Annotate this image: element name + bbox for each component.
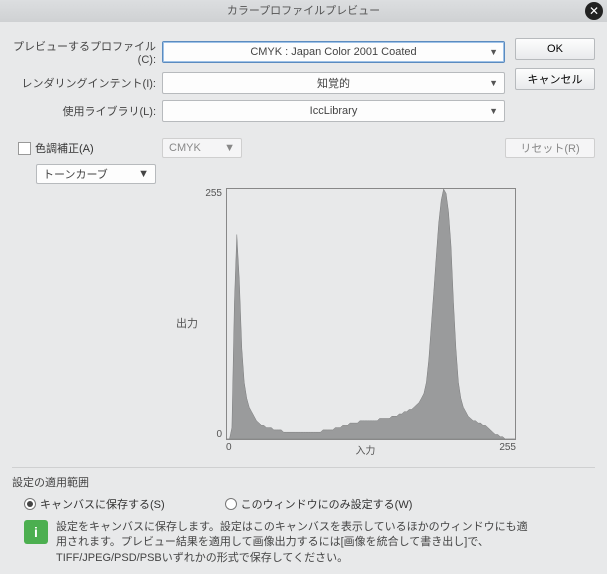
preview-profile-select[interactable]: CMYK : Japan Color 2001 Coated ▼: [162, 41, 505, 63]
scope-canvas-label: キャンバスに保存する(S): [40, 496, 165, 512]
x-axis-label: 入力: [355, 442, 375, 457]
x-tick-max: 255: [499, 442, 516, 457]
colorspace-value: CMYK: [169, 142, 201, 154]
chevron-down-icon: ▼: [489, 78, 498, 88]
color-correction-checkbox[interactable]: [18, 142, 31, 155]
colorspace-select[interactable]: CMYK ▼: [162, 138, 242, 158]
scope-radio-canvas[interactable]: キャンバスに保存する(S): [24, 496, 165, 512]
library-select[interactable]: IccLibrary ▼: [162, 100, 505, 122]
dialog-title: カラープロファイルプレビュー: [227, 5, 380, 17]
y-tick-max: 255: [205, 188, 222, 199]
chevron-down-icon: ▼: [224, 142, 235, 154]
chevron-down-icon: ▼: [138, 168, 149, 180]
info-text: 設定をキャンバスに保存します。設定はこのキャンバスを表示しているほかのウィンドウ…: [56, 520, 536, 566]
chevron-down-icon: ▼: [489, 106, 498, 116]
library-value: IccLibrary: [310, 105, 358, 117]
rendering-intent-select[interactable]: 知覚的 ▼: [162, 72, 505, 94]
x-ticks: 0 入力 255: [226, 440, 516, 457]
info-icon: i: [24, 520, 48, 544]
preview-profile-value: CMYK : Japan Color 2001 Coated: [250, 46, 416, 58]
scope-radio-window[interactable]: このウィンドウにのみ設定する(W): [225, 496, 413, 512]
close-icon[interactable]: ✕: [585, 2, 603, 20]
y-tick-min: 0: [216, 429, 222, 440]
y-ticks: 255 0: [202, 188, 226, 440]
chevron-down-icon: ▼: [489, 47, 498, 57]
color-correction-label: 色調補正(A): [35, 140, 94, 156]
scope-window-label: このウィンドウにのみ設定する(W): [241, 496, 413, 512]
scope-title: 設定の適用範囲: [12, 474, 595, 490]
tone-curve-value: トーンカーブ: [43, 166, 108, 182]
radio-icon: [24, 498, 36, 510]
ok-button[interactable]: OK: [515, 38, 595, 60]
rendering-intent-label: レンダリングインテント(I):: [12, 75, 162, 91]
library-label: 使用ライブラリ(L):: [12, 103, 162, 119]
preview-profile-label: プレビューするプロファイル(C):: [12, 38, 162, 66]
tone-curve-select[interactable]: トーンカーブ ▼: [36, 164, 156, 184]
rendering-intent-value: 知覚的: [317, 75, 350, 91]
divider: [12, 467, 595, 468]
cancel-button[interactable]: キャンセル: [515, 68, 595, 90]
titlebar: カラープロファイルプレビュー ✕: [0, 0, 607, 22]
x-tick-min: 0: [226, 442, 232, 457]
y-axis-label: 出力: [176, 315, 198, 331]
histogram-chart: [226, 188, 516, 440]
radio-icon: [225, 498, 237, 510]
reset-button[interactable]: リセット(R): [505, 138, 595, 158]
